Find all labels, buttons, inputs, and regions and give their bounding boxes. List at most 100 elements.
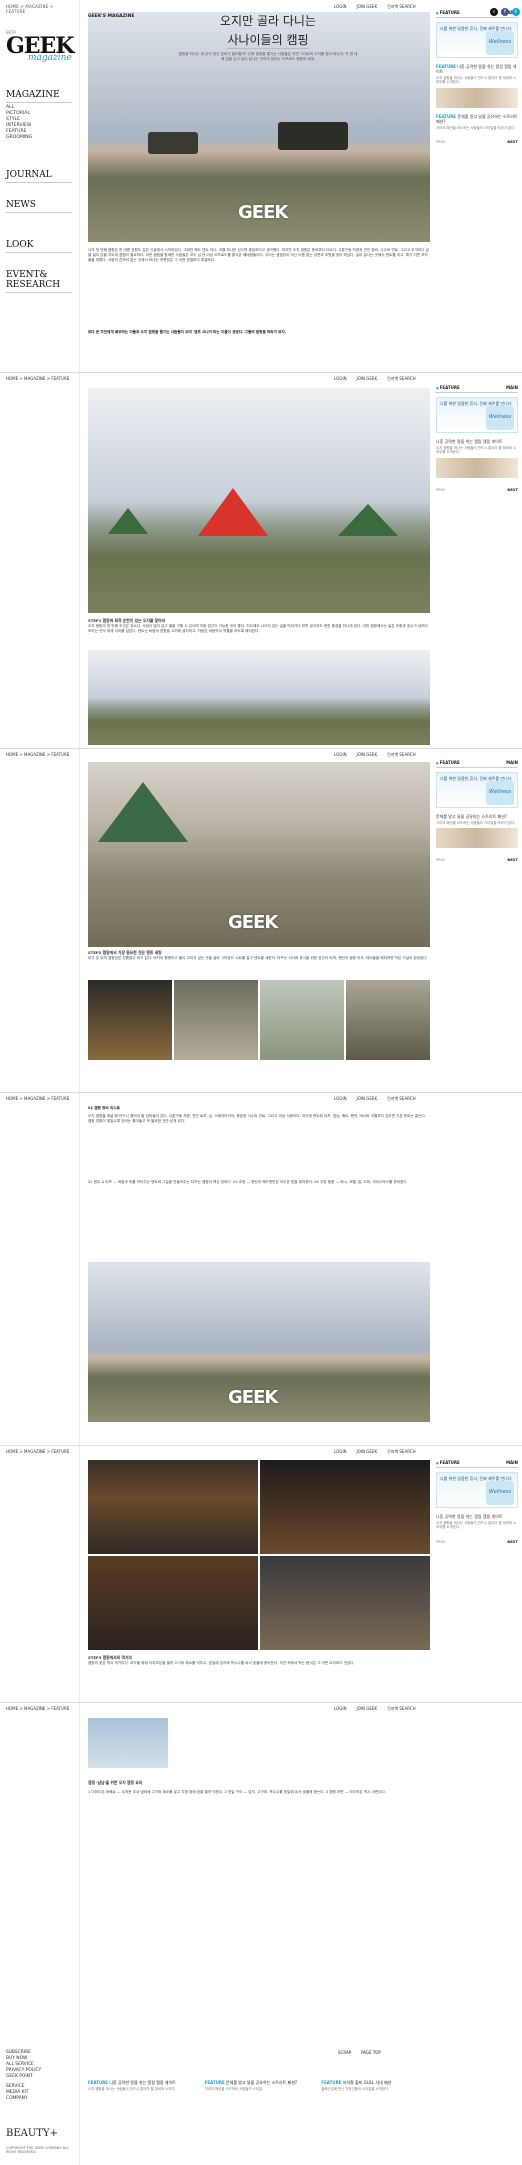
- right-column-header: FEATURE MAIN: [436, 385, 518, 393]
- prev-button[interactable]: PREV: [436, 488, 445, 492]
- search-link[interactable]: 진지백 SEARCH: [387, 752, 416, 758]
- next-button[interactable]: NEXT: [507, 1540, 518, 1544]
- related-thumb[interactable]: [436, 87, 518, 108]
- chair-photo: [260, 980, 344, 1060]
- related-item[interactable]: 나혼 공략한 알을 쉬는 캠핑 캠핑 게이트 오지 캠핑을 떠나는 사람들이 반…: [436, 1514, 518, 1530]
- tent-shape: [108, 508, 148, 534]
- scrap-button[interactable]: SCRAP: [338, 2050, 351, 2055]
- article-quote: 보다 큰 자연에게 배우려는 이들과 오지 캠핑을 즐기는 사람들이 모여 '캠…: [88, 330, 430, 335]
- suv-shape: [148, 132, 198, 154]
- feature-label[interactable]: FEATURE: [436, 385, 460, 390]
- ad-banner[interactable]: 나를 위한 달콤한 휴식, 진짜 제주를 만나다 Wellness: [436, 22, 518, 58]
- join-link[interactable]: JOIN GEEK: [357, 1449, 378, 1455]
- login-link[interactable]: LOGIN: [334, 376, 347, 382]
- nav-magazine-grooming[interactable]: GROOMING: [6, 135, 72, 141]
- join-link[interactable]: JOIN GEEK: [357, 752, 378, 758]
- watermark: GEEK: [228, 912, 278, 933]
- pan-photo: [260, 1556, 430, 1650]
- related-desc: 거리의 패션을 리드하는 사람들의 스타일을 따라가 본다.: [436, 821, 516, 825]
- site-logo[interactable]: BETA GEEK magazine: [6, 30, 76, 70]
- pagination: PREV NEXT: [436, 1540, 518, 1544]
- join-link[interactable]: JOIN GEEK: [357, 1706, 378, 1712]
- right-column: FEATURE MAIN 나를 위한 달콤한 휴식, 진짜 제주를 만나다 We…: [436, 760, 518, 862]
- join-link[interactable]: JOIN GEEK: [357, 1096, 378, 1102]
- related-article[interactable]: FEATURE 문체를 알고 달을 공유하는 스트리트 패션? 거리의 패션을 …: [205, 2080, 314, 2091]
- twitter-icon[interactable]: t: [512, 8, 520, 16]
- login-link[interactable]: LOGIN: [334, 1449, 347, 1455]
- feature-label[interactable]: FEATURE: [436, 1460, 460, 1465]
- tips-body-2: 02 텐트 & 타프 — 바람과 비를 막아주는 텐트와 그늘을 만들어주는 타…: [88, 1180, 408, 1184]
- nav-journal-heading[interactable]: JOURNAL: [6, 170, 72, 183]
- lantern-photo: [88, 980, 172, 1060]
- related-thumb[interactable]: [436, 457, 518, 478]
- title-line-1: 오지만 골라 다니는: [220, 14, 316, 28]
- main-label[interactable]: MAIN: [506, 385, 518, 390]
- nav-news: NEWS: [6, 200, 72, 215]
- search-link[interactable]: 진지백 SEARCH: [387, 1449, 416, 1455]
- login-link[interactable]: LOGIN: [334, 752, 347, 758]
- prev-button[interactable]: PREV: [436, 140, 445, 144]
- ad-banner[interactable]: 나를 위한 달콤한 휴식, 진짜 제주를 만나다 Wellness: [436, 772, 518, 808]
- related-desc: 오지 캠핑을 떠나는 사람들이 반드시 알아야 할 장비와 노하우를 소개한다.: [436, 76, 517, 85]
- prev-button[interactable]: PREV: [436, 858, 445, 862]
- related-thumb[interactable]: [436, 828, 518, 849]
- tent-shape: [98, 782, 188, 842]
- next-button[interactable]: NEXT: [507, 488, 518, 492]
- ad-banner[interactable]: 나를 위한 달콤한 휴식, 진짜 제주를 만나다 Wellness: [436, 397, 518, 433]
- tips-heading: 01 캠핑 장비 리스트: [88, 1106, 120, 1110]
- join-link[interactable]: JOIN GEEK: [357, 376, 378, 382]
- next-button[interactable]: NEXT: [507, 140, 518, 144]
- nav-magazine-heading[interactable]: MAGAZINE: [6, 90, 72, 103]
- nav-news-heading[interactable]: NEWS: [6, 200, 72, 213]
- nav-look: LOOK: [6, 240, 72, 255]
- feature-label[interactable]: FEATURE: [436, 760, 460, 765]
- copyright: COPYRIGHT THE GEEK COMPANY ALL RIGHT RES…: [6, 2146, 69, 2155]
- page-top-button[interactable]: PAGE TOP: [361, 2050, 381, 2055]
- nav-look-heading[interactable]: LOOK: [6, 240, 72, 253]
- ad-banner[interactable]: 나를 위한 달콤한 휴식, 진짜 제주를 만나다 Wellness: [436, 1472, 518, 1508]
- related-article-desc: 거리의 패션을 리드하는 사람들의 스타일.: [204, 2087, 264, 2091]
- top-bar: HOME > MAGAZINE > FEATURE LOGIN JOIN GEE…: [6, 1092, 522, 1104]
- related-article[interactable]: FEATURE 지하철 출퇴 GULL 사내 패션 출퇴근길에 만난 직장인들의…: [321, 2080, 430, 2091]
- related-item[interactable]: FEATURE 문체를 알고 달을 공유하는 스트리트 패션? 거리의 패션을 …: [436, 114, 518, 130]
- top-links: LOGIN JOIN GEEK 진지백 SEARCH: [334, 1449, 416, 1455]
- breadcrumb: HOME > MAGAZINE > FEATURE: [6, 752, 70, 757]
- article-actions: SCRAP PAGE TOP: [338, 2050, 381, 2055]
- final-title: 캠핑 '냠냠'을 위한 오지 캠핑 요리: [88, 1780, 430, 1785]
- watermark: GEEK: [238, 202, 288, 223]
- top-links: LOGIN JOIN GEEK 진지백 SEARCH: [334, 752, 416, 758]
- search-link[interactable]: 진지백 SEARCH: [387, 1096, 416, 1102]
- login-link[interactable]: LOGIN: [334, 1096, 347, 1102]
- related-desc: 거리의 패션을 리드하는 사람들의 스타일을 따라가 본다.: [436, 125, 516, 130]
- related-article[interactable]: FEATURE 나혼 공략한 알을 쉬는 캠핑 캠핑 게이트 오지 캠핑을 떠나…: [88, 2080, 197, 2091]
- related-item[interactable]: 문체를 알고 달을 공유하는 스트리트 패션? 거리의 패션을 리드하는 사람들…: [436, 814, 518, 825]
- next-button[interactable]: NEXT: [507, 858, 518, 862]
- footer-logo[interactable]: BEAUTY+: [6, 2128, 58, 2139]
- nav-magazine: MAGAZINE ALL PICTORIAL STYLE INTERVIEW F…: [6, 90, 72, 141]
- related-article-tag: FEATURE: [204, 2080, 225, 2085]
- small-food-photo: [88, 1718, 168, 1768]
- facebook-icon[interactable]: f: [501, 8, 509, 16]
- feature-label[interactable]: FEATURE: [436, 10, 460, 15]
- watermark: GEEK: [228, 1387, 278, 1408]
- breadcrumb: HOME > MAGAZINE > FEATURE: [6, 4, 54, 14]
- main-label[interactable]: MAIN: [506, 1460, 518, 1465]
- login-link[interactable]: LOGIN: [334, 4, 347, 10]
- prev-button[interactable]: PREV: [436, 1540, 445, 1544]
- footer-link[interactable]: COMPANY: [6, 2096, 72, 2102]
- search-link[interactable]: 진지백 SEARCH: [387, 376, 416, 382]
- related-item[interactable]: FEATURE 나혼 공략한 알을 쉬는 캠핑 캠핑 게이트 오지 캠핑을 떠나…: [436, 64, 518, 85]
- search-link[interactable]: 진지백 SEARCH: [387, 1706, 416, 1712]
- tips-title: 01 캠핑 장비 리스트: [88, 1106, 430, 1111]
- related-item[interactable]: 나혼 공략한 알을 쉬는 캠핑 캠핑 게이트 오지 캠핑을 떠나는 사람들이 반…: [436, 439, 518, 455]
- main-label[interactable]: MAIN: [506, 760, 518, 765]
- search-link[interactable]: 진지백 SEARCH: [387, 4, 416, 10]
- nav-event-heading[interactable]: EVENT& RESEARCH: [6, 270, 72, 293]
- search-icon[interactable]: ⌕: [490, 8, 498, 16]
- step3-caption: STEP3 캠핑에서의 먹거리: [88, 1655, 430, 1660]
- ad-badge: Wellness: [486, 406, 514, 430]
- login-link[interactable]: LOGIN: [334, 1706, 347, 1712]
- right-column-header: FEATURE MAIN: [436, 1460, 518, 1468]
- join-link[interactable]: JOIN GEEK: [357, 4, 378, 10]
- step2-caption: STEP2 캠핑에서 가장 중요한 것은 텐트 세팅: [88, 950, 430, 955]
